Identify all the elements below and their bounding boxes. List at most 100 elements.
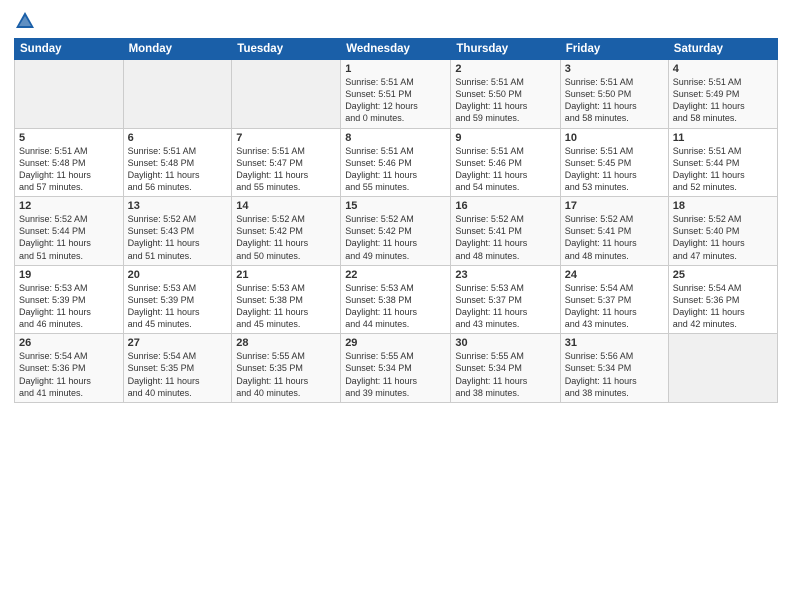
day-info: Sunrise: 5:52 AM Sunset: 5:42 PM Dayligh… [236, 213, 336, 262]
day-info: Sunrise: 5:51 AM Sunset: 5:44 PM Dayligh… [673, 145, 773, 194]
day-info: Sunrise: 5:51 AM Sunset: 5:49 PM Dayligh… [673, 76, 773, 125]
day-cell: 19Sunrise: 5:53 AM Sunset: 5:39 PM Dayli… [15, 265, 124, 334]
day-info: Sunrise: 5:52 AM Sunset: 5:41 PM Dayligh… [455, 213, 555, 262]
day-number: 14 [236, 200, 336, 212]
day-info: Sunrise: 5:51 AM Sunset: 5:46 PM Dayligh… [455, 145, 555, 194]
day-number: 21 [236, 269, 336, 281]
day-info: Sunrise: 5:51 AM Sunset: 5:51 PM Dayligh… [345, 76, 446, 125]
day-cell: 11Sunrise: 5:51 AM Sunset: 5:44 PM Dayli… [668, 128, 777, 197]
day-number: 20 [128, 269, 228, 281]
day-info: Sunrise: 5:54 AM Sunset: 5:35 PM Dayligh… [128, 350, 228, 399]
day-number: 1 [345, 63, 446, 75]
day-info: Sunrise: 5:51 AM Sunset: 5:50 PM Dayligh… [455, 76, 555, 125]
day-info: Sunrise: 5:54 AM Sunset: 5:37 PM Dayligh… [565, 282, 664, 331]
day-cell [668, 334, 777, 403]
day-cell: 7Sunrise: 5:51 AM Sunset: 5:47 PM Daylig… [232, 128, 341, 197]
day-cell: 20Sunrise: 5:53 AM Sunset: 5:39 PM Dayli… [123, 265, 232, 334]
day-cell: 1Sunrise: 5:51 AM Sunset: 5:51 PM Daylig… [341, 60, 451, 129]
logo [14, 10, 40, 32]
day-info: Sunrise: 5:54 AM Sunset: 5:36 PM Dayligh… [19, 350, 119, 399]
day-cell: 4Sunrise: 5:51 AM Sunset: 5:49 PM Daylig… [668, 60, 777, 129]
day-info: Sunrise: 5:53 AM Sunset: 5:38 PM Dayligh… [236, 282, 336, 331]
day-cell: 2Sunrise: 5:51 AM Sunset: 5:50 PM Daylig… [451, 60, 560, 129]
weekday-header-wednesday: Wednesday [341, 39, 451, 60]
day-cell: 5Sunrise: 5:51 AM Sunset: 5:48 PM Daylig… [15, 128, 124, 197]
day-info: Sunrise: 5:51 AM Sunset: 5:46 PM Dayligh… [345, 145, 446, 194]
day-number: 6 [128, 132, 228, 144]
day-cell: 13Sunrise: 5:52 AM Sunset: 5:43 PM Dayli… [123, 197, 232, 266]
day-number: 27 [128, 337, 228, 349]
day-cell [15, 60, 124, 129]
day-number: 3 [565, 63, 664, 75]
day-info: Sunrise: 5:53 AM Sunset: 5:38 PM Dayligh… [345, 282, 446, 331]
day-cell: 28Sunrise: 5:55 AM Sunset: 5:35 PM Dayli… [232, 334, 341, 403]
day-cell: 9Sunrise: 5:51 AM Sunset: 5:46 PM Daylig… [451, 128, 560, 197]
day-info: Sunrise: 5:51 AM Sunset: 5:48 PM Dayligh… [19, 145, 119, 194]
day-cell: 29Sunrise: 5:55 AM Sunset: 5:34 PM Dayli… [341, 334, 451, 403]
weekday-header-thursday: Thursday [451, 39, 560, 60]
day-number: 26 [19, 337, 119, 349]
day-number: 11 [673, 132, 773, 144]
week-row-1: 5Sunrise: 5:51 AM Sunset: 5:48 PM Daylig… [15, 128, 778, 197]
calendar-table: SundayMondayTuesdayWednesdayThursdayFrid… [14, 38, 778, 403]
day-info: Sunrise: 5:52 AM Sunset: 5:40 PM Dayligh… [673, 213, 773, 262]
day-number: 5 [19, 132, 119, 144]
weekday-header-friday: Friday [560, 39, 668, 60]
day-info: Sunrise: 5:53 AM Sunset: 5:37 PM Dayligh… [455, 282, 555, 331]
week-row-0: 1Sunrise: 5:51 AM Sunset: 5:51 PM Daylig… [15, 60, 778, 129]
day-cell: 14Sunrise: 5:52 AM Sunset: 5:42 PM Dayli… [232, 197, 341, 266]
day-info: Sunrise: 5:52 AM Sunset: 5:44 PM Dayligh… [19, 213, 119, 262]
day-number: 13 [128, 200, 228, 212]
day-cell: 30Sunrise: 5:55 AM Sunset: 5:34 PM Dayli… [451, 334, 560, 403]
day-number: 7 [236, 132, 336, 144]
day-number: 18 [673, 200, 773, 212]
weekday-header-sunday: Sunday [15, 39, 124, 60]
day-cell: 12Sunrise: 5:52 AM Sunset: 5:44 PM Dayli… [15, 197, 124, 266]
day-info: Sunrise: 5:56 AM Sunset: 5:34 PM Dayligh… [565, 350, 664, 399]
day-info: Sunrise: 5:52 AM Sunset: 5:43 PM Dayligh… [128, 213, 228, 262]
day-number: 16 [455, 200, 555, 212]
week-row-3: 19Sunrise: 5:53 AM Sunset: 5:39 PM Dayli… [15, 265, 778, 334]
day-number: 12 [19, 200, 119, 212]
day-info: Sunrise: 5:51 AM Sunset: 5:48 PM Dayligh… [128, 145, 228, 194]
weekday-header-tuesday: Tuesday [232, 39, 341, 60]
day-cell: 22Sunrise: 5:53 AM Sunset: 5:38 PM Dayli… [341, 265, 451, 334]
day-info: Sunrise: 5:53 AM Sunset: 5:39 PM Dayligh… [19, 282, 119, 331]
day-number: 24 [565, 269, 664, 281]
day-cell: 18Sunrise: 5:52 AM Sunset: 5:40 PM Dayli… [668, 197, 777, 266]
day-cell: 26Sunrise: 5:54 AM Sunset: 5:36 PM Dayli… [15, 334, 124, 403]
day-info: Sunrise: 5:55 AM Sunset: 5:34 PM Dayligh… [455, 350, 555, 399]
day-cell [123, 60, 232, 129]
weekday-header-monday: Monday [123, 39, 232, 60]
day-cell: 15Sunrise: 5:52 AM Sunset: 5:42 PM Dayli… [341, 197, 451, 266]
day-number: 30 [455, 337, 555, 349]
calendar-page: SundayMondayTuesdayWednesdayThursdayFrid… [0, 0, 792, 612]
day-number: 22 [345, 269, 446, 281]
day-info: Sunrise: 5:53 AM Sunset: 5:39 PM Dayligh… [128, 282, 228, 331]
day-cell [232, 60, 341, 129]
week-row-4: 26Sunrise: 5:54 AM Sunset: 5:36 PM Dayli… [15, 334, 778, 403]
day-number: 10 [565, 132, 664, 144]
day-cell: 16Sunrise: 5:52 AM Sunset: 5:41 PM Dayli… [451, 197, 560, 266]
day-number: 19 [19, 269, 119, 281]
week-row-2: 12Sunrise: 5:52 AM Sunset: 5:44 PM Dayli… [15, 197, 778, 266]
day-cell: 8Sunrise: 5:51 AM Sunset: 5:46 PM Daylig… [341, 128, 451, 197]
day-info: Sunrise: 5:52 AM Sunset: 5:42 PM Dayligh… [345, 213, 446, 262]
weekday-header-saturday: Saturday [668, 39, 777, 60]
header [14, 10, 778, 32]
day-cell: 31Sunrise: 5:56 AM Sunset: 5:34 PM Dayli… [560, 334, 668, 403]
day-number: 29 [345, 337, 446, 349]
day-number: 4 [673, 63, 773, 75]
day-info: Sunrise: 5:52 AM Sunset: 5:41 PM Dayligh… [565, 213, 664, 262]
day-cell: 23Sunrise: 5:53 AM Sunset: 5:37 PM Dayli… [451, 265, 560, 334]
day-number: 2 [455, 63, 555, 75]
day-number: 23 [455, 269, 555, 281]
day-number: 28 [236, 337, 336, 349]
day-info: Sunrise: 5:55 AM Sunset: 5:35 PM Dayligh… [236, 350, 336, 399]
day-number: 15 [345, 200, 446, 212]
day-info: Sunrise: 5:54 AM Sunset: 5:36 PM Dayligh… [673, 282, 773, 331]
day-number: 17 [565, 200, 664, 212]
day-cell: 24Sunrise: 5:54 AM Sunset: 5:37 PM Dayli… [560, 265, 668, 334]
day-info: Sunrise: 5:51 AM Sunset: 5:47 PM Dayligh… [236, 145, 336, 194]
day-cell: 17Sunrise: 5:52 AM Sunset: 5:41 PM Dayli… [560, 197, 668, 266]
